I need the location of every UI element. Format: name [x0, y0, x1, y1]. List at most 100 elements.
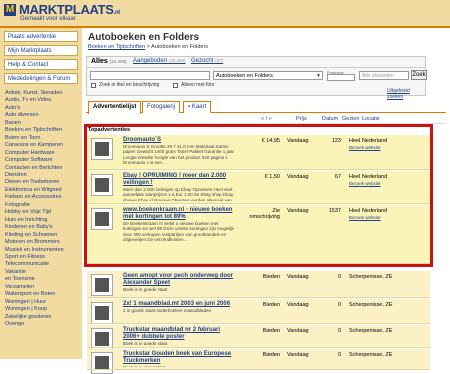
tab-advertentielijst[interactable]: Advertentielijst	[88, 101, 142, 114]
ad-title[interactable]: Ebay ! OPRUIMING ! meer dan 2.000 veilin…	[123, 173, 235, 187]
sidebar-button-forum[interactable]: Mededelingen & Forum	[4, 73, 78, 84]
marktplaats-logo[interactable]: M MARKTPLAATS.nl Gemaakt voor elkaar	[4, 2, 120, 26]
sidebar-category[interactable]: Banen	[5, 120, 82, 127]
sidebar-button-plaats[interactable]: Plaats advertentie	[4, 31, 78, 42]
ad-row[interactable]: 2x! 1 maandblad.mt 2003 en juni 2006 2 in…	[87, 299, 430, 324]
ad-date: Vandaag	[287, 208, 309, 214]
sidebar-category[interactable]: Contacten en Berichten	[5, 165, 82, 172]
page-title: Autoboeken en Folders	[88, 32, 200, 43]
sidebar-category[interactable]: Caravans en Kamperen	[5, 142, 82, 149]
ad-thumbnail[interactable]	[91, 208, 113, 230]
postcode-input[interactable]	[327, 74, 355, 81]
sidebar-category[interactable]: Auto's	[5, 105, 82, 112]
sidebar-category[interactable]: Kleding en Schoenen	[5, 232, 82, 239]
tab-kaart[interactable]: ▪ Kaart	[183, 101, 212, 113]
ad-row[interactable]: Truckstar maandblad nr 2 februari 2006+ …	[87, 325, 430, 350]
tab-alles[interactable]: Alles (33.308)	[91, 58, 126, 65]
sidebar-category[interactable]: Woningen | Koop	[5, 306, 82, 313]
ad-date: Vandaag	[287, 138, 309, 144]
ad-location: Scherpenisse, ZE	[349, 328, 393, 334]
sidebar-category[interactable]: Vakantie	[5, 269, 82, 276]
title-desc-label: Zoek in titel en beschrijving	[99, 82, 160, 88]
distance-select[interactable]: Alle afstanden	[359, 71, 409, 80]
header-bar: M MARKTPLAATS.nl Gemaakt voor elkaar	[0, 0, 450, 28]
sidebar-category[interactable]: Elektronica en Witgoed	[5, 187, 82, 194]
sidebar-category[interactable]: Boeken en Tijdschriften	[5, 127, 82, 134]
ad-row[interactable]: Truckstar Gouden boek van Europese Truck…	[87, 349, 430, 374]
ad-row[interactable]: Geen amopt voor pech onderweg door Alexa…	[87, 271, 430, 297]
sidebar-category[interactable]: Sport en Fitness	[5, 254, 82, 261]
sidebar-category[interactable]: Overige	[5, 321, 82, 328]
breadcrumb-parent[interactable]: Boeken en Tijdschriften	[88, 44, 145, 50]
sidebar-category[interactable]: Huis en Inrichting	[5, 217, 82, 224]
ad-title[interactable]: www.boekenkraam.nl - nieuwe boeken met k…	[123, 207, 235, 221]
sidebar-category[interactable]: Fotografie	[5, 202, 82, 209]
sidebar-category[interactable]: Dieren en Toebehoren	[5, 179, 82, 186]
sidebar-category[interactable]: Hobby en Vrije Tijd	[5, 209, 82, 216]
ad-date: Vandaag	[287, 302, 309, 308]
ad-thumbnail[interactable]	[91, 352, 113, 374]
sidebar-category[interactable]: Computer Software	[5, 157, 82, 164]
sidebar-category[interactable]: Zakelijke goederen	[5, 314, 82, 321]
sort-arrows[interactable]: « / »	[261, 116, 272, 122]
visit-website-link[interactable]: Bezoek website	[349, 215, 381, 220]
sidebar-category[interactable]: Kinderen en Baby's	[5, 224, 82, 231]
row-divider	[87, 169, 430, 170]
ad-thumbnail[interactable]	[91, 174, 113, 196]
sidebar-button-help[interactable]: Help & Contact	[4, 59, 78, 70]
photo-checkbox[interactable]	[173, 83, 178, 88]
top-ad-row[interactable]: Ebay ! OPRUIMING ! meer dan 2.000 veilin…	[87, 171, 430, 203]
ad-thumbnail[interactable]	[91, 138, 113, 160]
sidebar-category[interactable]: Diensten	[5, 172, 82, 179]
sidebar-category[interactable]: Computer Hardware	[5, 150, 82, 157]
title-desc-checkbox[interactable]	[91, 83, 96, 88]
ad-views: 0	[337, 352, 341, 358]
sidebar-category[interactable]: Antiek, Kunst, Sieraden	[5, 90, 82, 97]
ad-title[interactable]: 2x! 1 maandblad.mt 2003 en juni 2006	[123, 301, 235, 308]
sidebar-button-mijn[interactable]: Mijn Marktplaats	[4, 45, 78, 56]
visit-website-link[interactable]: Bezoek website	[349, 145, 381, 150]
ad-title[interactable]: Truckstar Gouden boek van Europese Truck…	[123, 351, 235, 365]
sidebar-category[interactable]: Watersport en Boten	[5, 291, 82, 298]
sidebar-category[interactable]: Muziek en Instrumenten	[5, 247, 82, 254]
ad-thumbnail[interactable]	[91, 274, 113, 296]
sidebar-category[interactable]: Telecommunicatie	[5, 261, 82, 268]
sidebar-category[interactable]: en Toerisme	[5, 276, 82, 283]
row-divider	[87, 369, 430, 370]
ad-thumbnail[interactable]	[91, 302, 113, 324]
search-button[interactable]: Zoek	[411, 70, 427, 80]
sidebar-category[interactable]: Audio, Tv en Video	[5, 97, 82, 104]
logo-text: MARKTPLAATS.nl	[19, 2, 120, 17]
ad-price: Bieden	[262, 302, 280, 308]
tab-gezocht[interactable]: Gezocht (87)	[191, 58, 223, 64]
sidebar-category[interactable]: Motoren en Brommers	[5, 239, 82, 246]
visit-website-link[interactable]: Bezoek website	[349, 181, 381, 186]
col-price[interactable]: Prijs	[296, 116, 307, 122]
ad-location: Scherpenisse, ZE	[349, 302, 393, 308]
ad-location: Heel Nederland	[349, 208, 388, 214]
category-select[interactable]: Autoboeken en Folders ▼	[213, 71, 323, 80]
col-date[interactable]: Datum	[322, 116, 338, 122]
ad-title[interactable]: Geen amopt voor pech onderweg door Alexa…	[123, 273, 235, 287]
ad-title[interactable]: Truckstar maandblad nr 2 februari 2006+ …	[123, 327, 235, 341]
ad-price: Bieden	[262, 328, 280, 334]
top-ad-row[interactable]: Droomauto`S Droomauto S Grootte 29.7 21.0…	[87, 135, 430, 169]
ad-title[interactable]: Droomauto`S	[123, 137, 235, 144]
tab-aangeboden[interactable]: Aangeboden (28.459)	[133, 58, 185, 64]
search-panel: Alles (33.308) Aangeboden (28.459) Gezoc…	[86, 56, 427, 100]
top-ad-row[interactable]: www.boekenkraam.nl - nieuwe boeken met k…	[87, 205, 430, 263]
ad-description: Boek is in nieuwstaat	[123, 365, 235, 367]
ad-location: Heel Nederland	[349, 174, 388, 180]
search-input[interactable]	[90, 71, 210, 80]
sidebar-category[interactable]: Boten en Toon	[5, 135, 82, 142]
sidebar-category[interactable]: Auto diversen	[5, 112, 82, 119]
sidebar-category[interactable]: Fietsen en Accessoires	[5, 194, 82, 201]
tab-fotogalerij[interactable]: Fotogalerij	[142, 101, 181, 113]
ad-price: € 14,95	[261, 138, 280, 144]
col-location[interactable]: Locatie	[362, 116, 380, 122]
sidebar-category[interactable]: Woningen | Huur	[5, 299, 82, 306]
col-views[interactable]: Gezien	[342, 116, 359, 122]
advanced-search-link[interactable]: Uitgebreid zoeken	[387, 88, 425, 100]
sidebar-category[interactable]: Verzamelen	[5, 284, 82, 291]
category-list: Antiek, Kunst, Sieraden Audio, Tv en Vide…	[0, 90, 82, 329]
